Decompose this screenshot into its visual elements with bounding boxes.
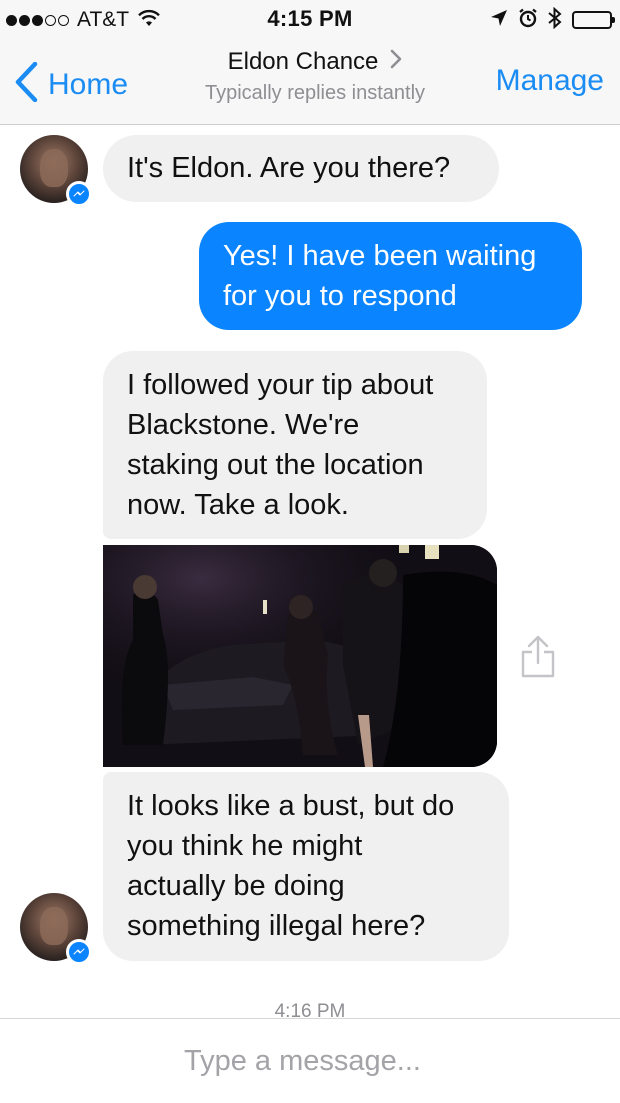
- message-line: actually be doing: [127, 870, 345, 902]
- message-text: It's Eldon. Are you there?: [127, 152, 451, 184]
- message-composer: [0, 1018, 620, 1103]
- message-line: for you to respond: [223, 280, 457, 312]
- messenger-icon: [66, 181, 92, 207]
- conversation-header: Home Eldon Chance Typically replies inst…: [0, 40, 620, 125]
- messenger-icon: [66, 939, 92, 965]
- battery-icon: [572, 11, 615, 29]
- message-line: now. Take a look.: [127, 489, 349, 521]
- photo-scene: [103, 545, 497, 767]
- message-line: you think he might: [127, 830, 363, 862]
- status-bar: AT&T 4:15 PM: [0, 0, 620, 40]
- message-bubble-incoming[interactable]: It looks like a bust, but do you think h…: [103, 772, 509, 961]
- alarm-icon: [518, 8, 538, 33]
- back-button[interactable]: Home: [14, 61, 129, 107]
- manage-button[interactable]: Manage: [496, 64, 604, 98]
- contact-info[interactable]: Eldon Chance Typically replies instantly: [150, 48, 480, 105]
- message-line: staking out the location: [127, 449, 424, 481]
- avatar[interactable]: [20, 893, 92, 965]
- message-bubble-incoming[interactable]: I followed your tip about Blackstone. We…: [103, 351, 487, 539]
- reply-status: Typically replies instantly: [204, 82, 426, 104]
- message-line: Blackstone. We're: [127, 409, 360, 441]
- share-icon[interactable]: [520, 633, 556, 679]
- avatar-face: [40, 149, 68, 187]
- contact-name: Eldon Chance: [227, 48, 379, 75]
- bluetooth-icon: [548, 6, 562, 34]
- chevron-right-icon: [390, 48, 402, 76]
- message-bubble-outgoing[interactable]: Yes! I have been waiting for you to resp…: [199, 222, 582, 330]
- chevron-left-icon: [14, 61, 38, 107]
- message-line: Yes! I have been waiting: [223, 240, 537, 272]
- contact-title: Eldon Chance: [228, 48, 403, 76]
- back-label: Home: [48, 67, 129, 101]
- message-line: I followed your tip about: [127, 369, 434, 401]
- avatar-face: [40, 907, 68, 945]
- message-line: something illegal here?: [127, 910, 426, 942]
- message-bubble-incoming[interactable]: It's Eldon. Are you there?: [103, 135, 499, 202]
- photo-attachment[interactable]: [103, 545, 497, 767]
- message-line: It looks like a bust, but do: [127, 790, 455, 822]
- avatar[interactable]: [20, 135, 92, 207]
- status-indicators: [490, 6, 615, 34]
- location-arrow-icon: [490, 9, 508, 32]
- message-input[interactable]: [30, 1041, 590, 1081]
- message-thread[interactable]: It's Eldon. Are you there? Yes! I have b…: [0, 125, 620, 1022]
